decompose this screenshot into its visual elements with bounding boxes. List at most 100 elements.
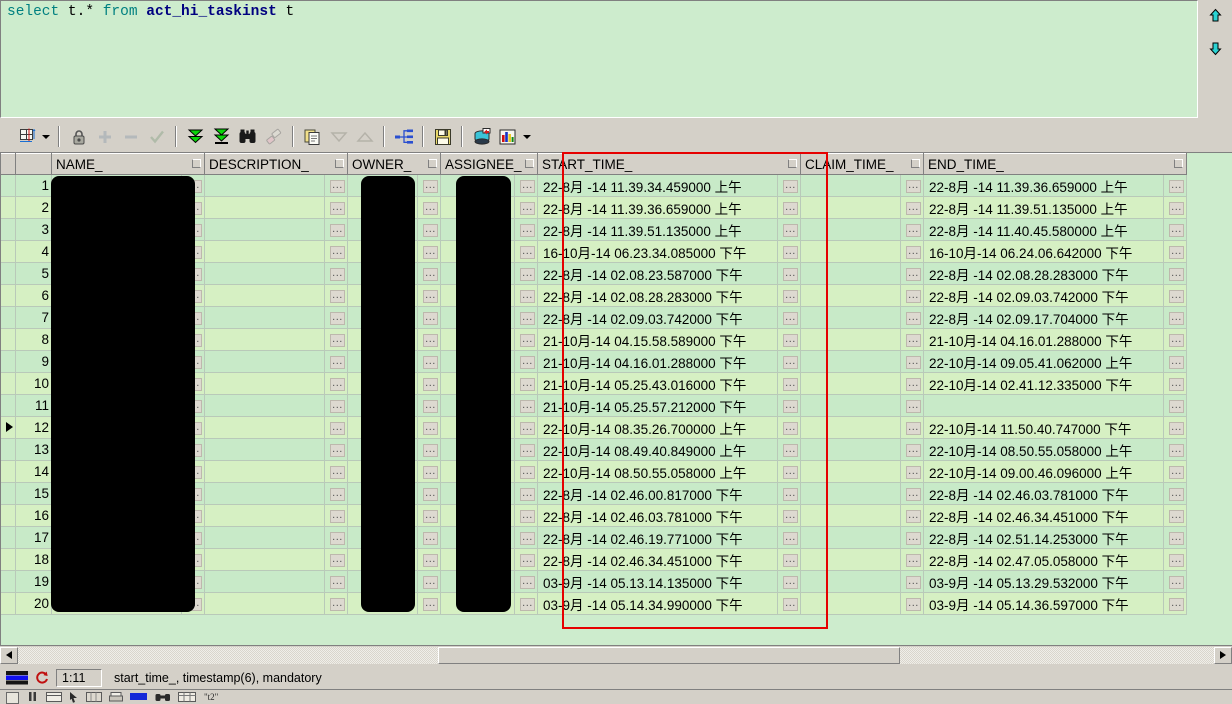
cell-name[interactable] [51,196,182,219]
cell-name[interactable] [51,174,182,197]
cell-editor-button-owner[interactable]: ... [417,438,441,461]
table-row[interactable]: 18............ 22-8月 -14 02.46.34.451000 … [1,548,1187,571]
cell-owner[interactable] [347,526,418,549]
cell-editor-button-start_time[interactable]: ... [777,328,801,351]
grid-corner-cell[interactable] [1,153,16,175]
cell-editor-button-assignee[interactable]: ... [514,350,538,373]
cell-end_time[interactable]: 22-8月 -14 02.51.14.253000 下午 [923,526,1164,549]
column-header-start_time[interactable]: START_TIME_ [537,153,801,175]
export-data-button[interactable] [469,124,494,149]
row-number[interactable]: 8 [15,328,52,351]
cell-editor-button-end_time[interactable]: ... [1163,482,1187,505]
cell-editor-button-owner[interactable]: ... [417,328,441,351]
cell-editor-button-description[interactable]: ... [324,196,348,219]
cell-editor-button-name[interactable]: ... [181,284,205,307]
cell-name[interactable] [51,306,182,329]
cell-owner[interactable] [347,548,418,571]
row-number[interactable]: 3 [15,218,52,241]
cell-description[interactable] [204,482,325,505]
cell-editor-button-start_time[interactable]: ... [777,526,801,549]
cell-description[interactable] [204,174,325,197]
cell-editor-button-claim_time[interactable]: ... [900,350,924,373]
cell-editor-button-owner[interactable]: ... [417,482,441,505]
scroll-up-button[interactable] [1205,6,1225,25]
cell-editor-button-start_time[interactable]: ... [777,438,801,461]
cell-owner[interactable] [347,372,418,395]
cell-end_time[interactable]: 16-10月-14 06.24.06.642000 下午 [923,240,1164,263]
chart-dropdown[interactable] [521,124,533,149]
table-row[interactable]: 11............ 21-10月-14 05.25.57.212000 … [1,394,1187,417]
clear-filter-button[interactable] [261,124,286,149]
cell-editor-button-owner[interactable]: ... [417,592,441,615]
cell-description[interactable] [204,240,325,263]
row-number[interactable]: 2 [15,196,52,219]
cell-owner[interactable] [347,482,418,505]
cell-editor-button-name[interactable]: ... [181,328,205,351]
cell-editor-button-end_time[interactable]: ... [1163,394,1187,417]
cell-editor-button-claim_time[interactable]: ... [900,416,924,439]
cell-editor-button-end_time[interactable]: ... [1163,218,1187,241]
chart-button[interactable] [495,124,520,149]
delete-row-button[interactable] [118,124,143,149]
cell-editor-button-name[interactable]: ... [181,174,205,197]
cell-start_time[interactable]: 22-10月-14 08.35.26.700000 上午 [537,416,778,439]
cell-editor-button-claim_time[interactable]: ... [900,570,924,593]
row-marker[interactable] [1,306,16,329]
cell-editor-button-description[interactable]: ... [324,284,348,307]
cell-owner[interactable] [347,460,418,483]
cell-end_time[interactable]: 22-8月 -14 02.08.28.283000 下午 [923,262,1164,285]
cell-name[interactable] [51,328,182,351]
cell-editor-button-claim_time[interactable]: ... [900,240,924,263]
scrollbar-thumb[interactable] [438,646,900,664]
cell-start_time[interactable]: 22-8月 -14 02.08.28.283000 下午 [537,284,778,307]
cell-editor-button-end_time[interactable]: ... [1163,350,1187,373]
cell-owner[interactable] [347,306,418,329]
cell-editor-button-end_time[interactable]: ... [1163,306,1187,329]
cell-editor-button-start_time[interactable]: ... [777,350,801,373]
cell-editor-button-assignee[interactable]: ... [514,592,538,615]
row-number[interactable]: 7 [15,306,52,329]
cell-start_time[interactable]: 22-8月 -14 02.46.19.771000 下午 [537,526,778,549]
cell-end_time[interactable]: 22-8月 -14 11.39.51.135000 上午 [923,196,1164,219]
cell-editor-button-name[interactable]: ... [181,570,205,593]
cell-description[interactable] [204,460,325,483]
cell-start_time[interactable]: 22-8月 -14 02.46.03.781000 下午 [537,504,778,527]
cell-editor-button-start_time[interactable]: ... [777,394,801,417]
cell-editor-button-end_time[interactable]: ... [1163,438,1187,461]
cell-editor-button-name[interactable]: ... [181,350,205,373]
row-marker[interactable] [1,240,16,263]
cell-editor-button-end_time[interactable]: ... [1163,504,1187,527]
cell-editor-button-end_time[interactable]: ... [1163,196,1187,219]
cell-assignee[interactable] [440,394,515,417]
cell-name[interactable] [51,284,182,307]
cell-owner[interactable] [347,504,418,527]
cell-editor-button-owner[interactable]: ... [417,548,441,571]
cell-end_time[interactable]: 03-9月 -14 05.13.29.532000 下午 [923,570,1164,593]
cell-owner[interactable] [347,218,418,241]
cell-name[interactable] [51,218,182,241]
cell-claim_time[interactable] [800,438,901,461]
cell-name[interactable] [51,548,182,571]
cell-editor-button-assignee[interactable]: ... [514,174,538,197]
cell-editor-button-description[interactable]: ... [324,328,348,351]
cell-editor-button-end_time[interactable]: ... [1163,592,1187,615]
column-header-claim_time[interactable]: CLAIM_TIME_ [800,153,924,175]
cell-editor-button-description[interactable]: ... [324,262,348,285]
sort-ascending-button[interactable] [352,124,377,149]
sort-descending-button[interactable] [326,124,351,149]
cell-editor-button-description[interactable]: ... [324,306,348,329]
row-marker[interactable] [1,262,16,285]
cell-description[interactable] [204,416,325,439]
cell-editor-button-assignee[interactable]: ... [514,240,538,263]
cell-editor-button-start_time[interactable]: ... [777,416,801,439]
cell-editor-button-owner[interactable]: ... [417,372,441,395]
cell-start_time[interactable]: 22-8月 -14 11.39.34.459000 上午 [537,174,778,197]
cell-end_time[interactable]: 22-10月-14 09.00.46.096000 上午 [923,460,1164,483]
cell-editor-button-claim_time[interactable]: ... [900,592,924,615]
cell-end_time[interactable]: 22-8月 -14 02.46.34.451000 下午 [923,504,1164,527]
scroll-left-button[interactable] [0,646,18,664]
cell-claim_time[interactable] [800,350,901,373]
cell-editor-button-claim_time[interactable]: ... [900,306,924,329]
cell-editor-button-description[interactable]: ... [324,526,348,549]
cell-owner[interactable] [347,592,418,615]
